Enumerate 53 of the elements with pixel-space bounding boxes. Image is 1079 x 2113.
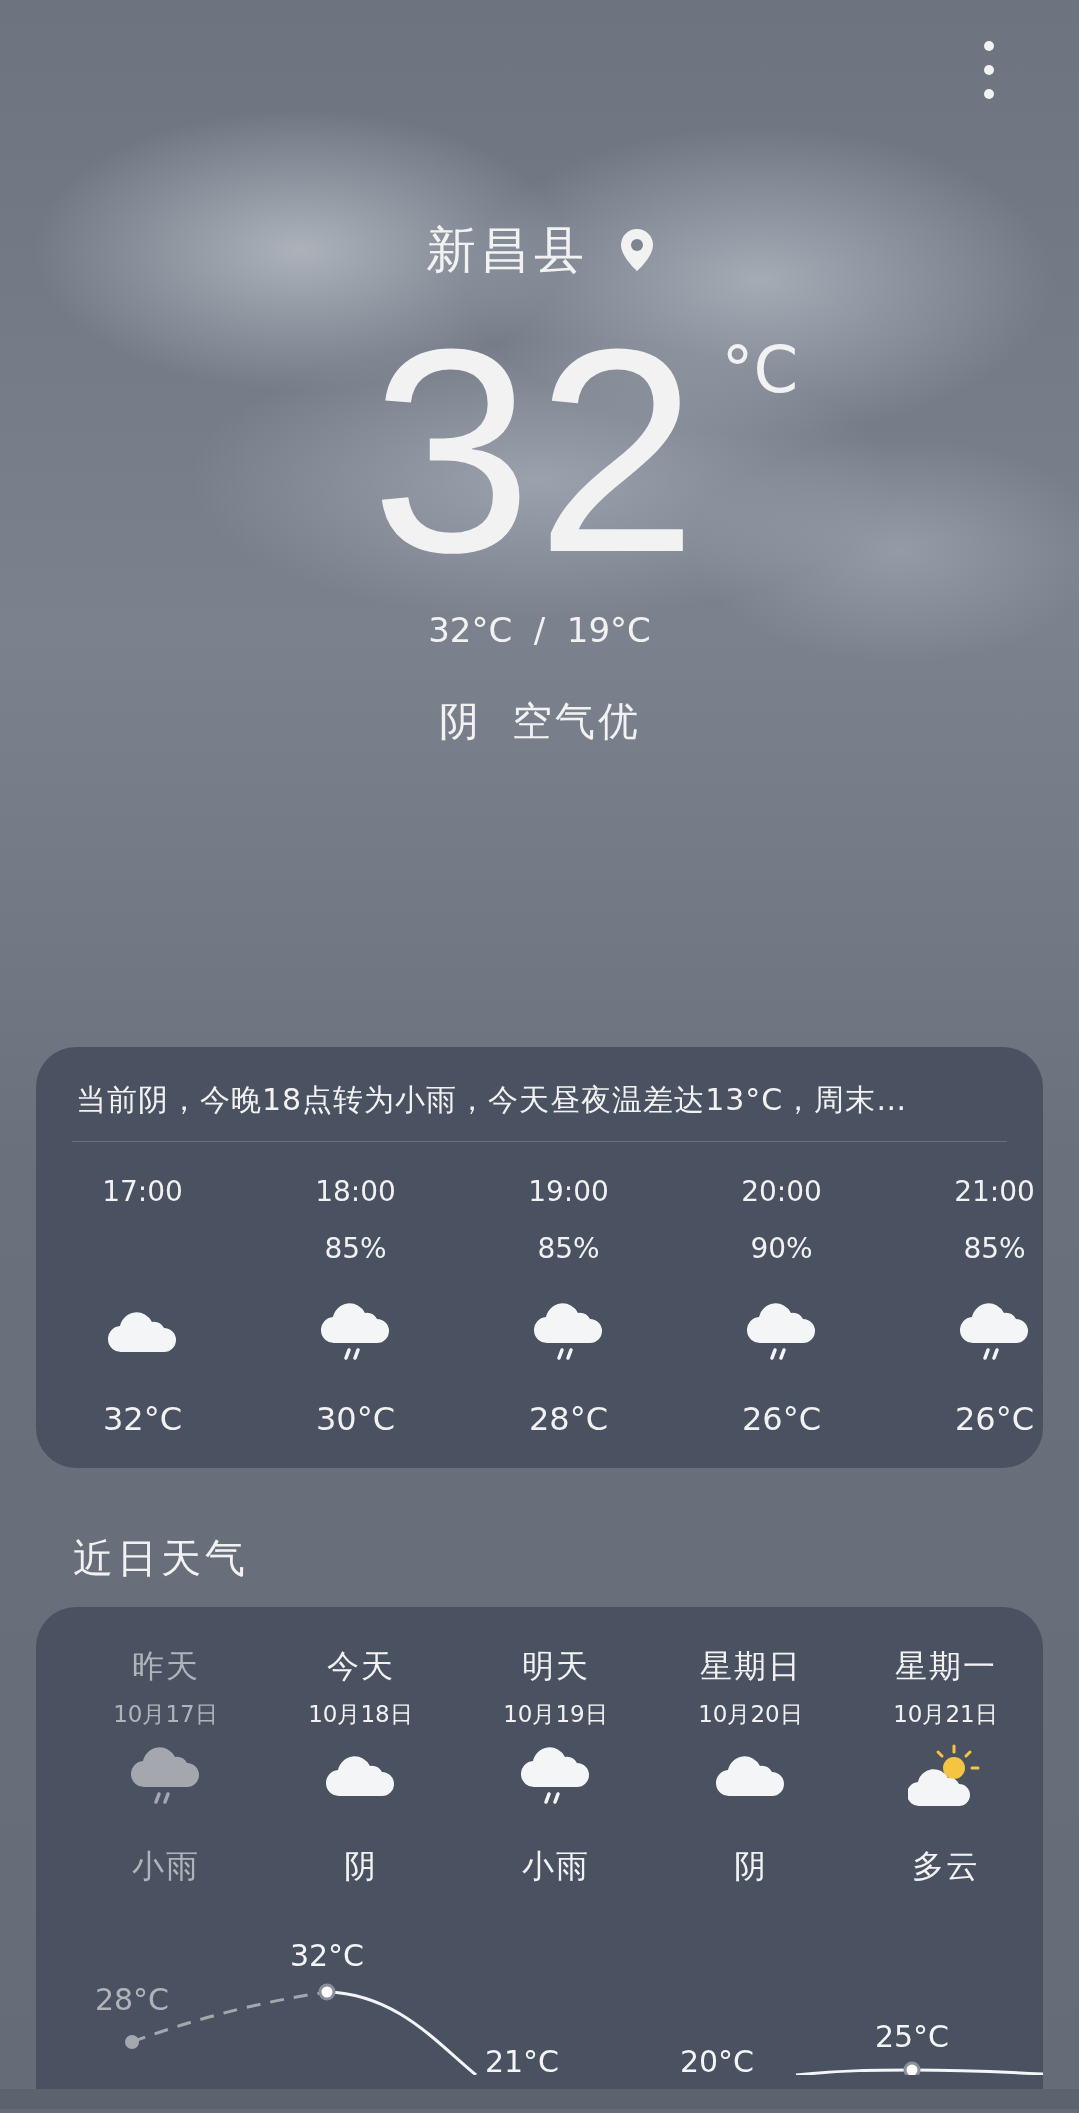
temperature-point	[125, 2035, 139, 2049]
hour-temperature: 32°C	[102, 1401, 183, 1437]
day-date: 10月18日	[308, 1700, 413, 1728]
hour-time: 17:00	[102, 1174, 183, 1210]
day-temperature: 28°C	[94, 1982, 170, 2017]
day-date: 10月17日	[113, 1700, 218, 1728]
rain-cloud-icon	[320, 1301, 391, 1361]
day-name: 星期日	[699, 1648, 802, 1684]
day-condition: 阴	[733, 1848, 768, 1884]
day-name: 星期一	[894, 1648, 997, 1684]
current-temperature: 32	[370, 320, 702, 580]
rain-cloud-icon	[746, 1301, 817, 1361]
temperature-point	[318, 1983, 336, 2001]
day-condition: 小雨	[521, 1848, 590, 1884]
day-temperature: 32°C	[289, 1938, 365, 1973]
day-temperature: 21°C	[484, 2044, 560, 2075]
hour-time: 18:00	[315, 1174, 396, 1210]
hour-temperature: 26°C	[741, 1401, 822, 1437]
hour-time: 19:00	[528, 1174, 609, 1210]
day-date: 10月21日	[893, 1700, 998, 1728]
temperature-range: 32°C / 19°C	[428, 610, 651, 650]
day-date: 10月20日	[698, 1700, 803, 1728]
precipitation-chance: 85%	[963, 1231, 1026, 1267]
day-condition: 阴	[343, 1848, 378, 1884]
day-condition: 多云	[911, 1848, 980, 1884]
temperature-point	[903, 2061, 921, 2075]
weather-summary: 当前阴，今晚18点转为小雨，今天昼夜温差达13°C，周末…	[75, 1081, 909, 1118]
precipitation-chance: 85%	[537, 1231, 600, 1267]
day-name: 今天	[326, 1648, 395, 1684]
day-name: 明天	[521, 1648, 590, 1684]
day-temperature: 20°C	[679, 2044, 755, 2075]
temperature-unit: °C	[721, 332, 799, 409]
more-menu-icon[interactable]	[983, 40, 995, 100]
air-quality: 空气优	[511, 698, 641, 744]
hour-time: 20:00	[741, 1174, 822, 1210]
hour-temperature: 30°C	[315, 1401, 396, 1437]
day-temperature: 25°C	[874, 2019, 950, 2054]
day-condition: 小雨	[131, 1848, 200, 1884]
day-date: 10月19日	[503, 1700, 608, 1728]
hour-time: 21:00	[954, 1174, 1035, 1210]
hour-temperature: 28°C	[528, 1401, 609, 1437]
location-pin-icon	[619, 228, 654, 272]
precipitation-chance: 90%	[750, 1231, 813, 1267]
rain-cloud-icon	[959, 1301, 1030, 1361]
precipitation-chance: 85%	[324, 1231, 387, 1267]
weather-condition: 阴	[438, 698, 482, 744]
rain-cloud-icon	[130, 1745, 201, 1805]
day-name: 昨天	[131, 1648, 200, 1684]
city-name: 新昌县	[425, 220, 588, 280]
hour-temperature: 26°C	[954, 1401, 1035, 1437]
rain-cloud-icon	[533, 1301, 604, 1361]
rain-cloud-icon	[520, 1745, 591, 1805]
section-title: 近日天气	[73, 1536, 250, 1580]
